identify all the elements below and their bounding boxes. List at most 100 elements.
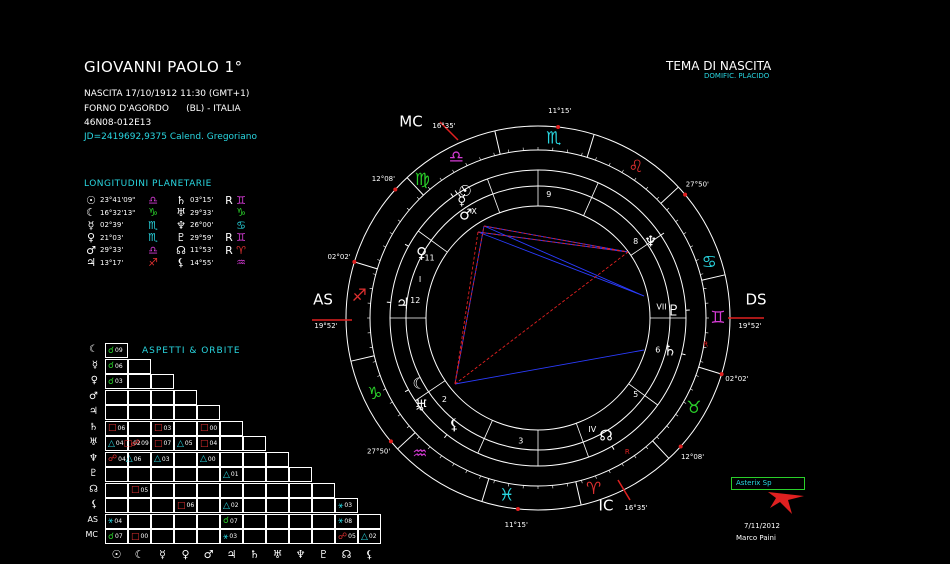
- sign-divider: [698, 366, 722, 375]
- cusp-degree: 27°50': [686, 180, 709, 188]
- planet-glyph-icon: ♇: [667, 301, 680, 319]
- natal-wheel: ♎♏♌♋♊♉♈♓♒♑♐♍I23IV56VII89X111211°15'27°50…: [312, 107, 767, 529]
- planet-tick: [660, 232, 665, 236]
- degree-tick: [656, 436, 660, 440]
- degree-tick: [389, 401, 393, 404]
- as-degree: 19°52': [314, 322, 337, 330]
- retrograde-marker: R: [703, 340, 708, 348]
- zodiac-sign-icon: ♒: [412, 444, 427, 464]
- planet-glyph-icon: ♀: [416, 244, 427, 262]
- house-number: VII: [656, 303, 666, 312]
- planet-tick: [450, 193, 454, 198]
- degree-tick: [700, 273, 704, 275]
- house-number: 12: [410, 296, 420, 305]
- cusp-degree: 02°02': [327, 253, 350, 261]
- house-number: 2: [442, 395, 447, 404]
- degree-tick: [621, 463, 624, 467]
- footer-author: Marco Paini: [736, 534, 776, 542]
- zodiac-sign-icon: ♑: [367, 384, 382, 404]
- retrograde-marker: R: [625, 448, 630, 456]
- degree-tick: [416, 196, 420, 200]
- cusp-degree: 12°08': [681, 453, 704, 461]
- cusp-degree: 02°02': [725, 375, 748, 383]
- degree-tick: [465, 162, 468, 166]
- zodiac-sign-icon: ♏: [546, 129, 561, 149]
- house-number: 5: [633, 390, 638, 399]
- degree-tick: [508, 149, 510, 153]
- degree-tick: [675, 219, 679, 222]
- sign-divider: [660, 186, 679, 204]
- aspect-line: [477, 231, 645, 297]
- mc-degree: 16°35': [432, 122, 455, 130]
- degree-tick: [675, 414, 679, 417]
- aspect-line: [483, 225, 645, 297]
- degree-tick: [690, 245, 694, 248]
- degree-tick: [645, 186, 649, 190]
- degree-tick: [645, 446, 649, 450]
- degree-tick: [382, 245, 386, 248]
- sign-divider: [575, 481, 582, 506]
- ic-label: IC: [599, 497, 614, 515]
- degree-tick: [397, 219, 401, 222]
- cusp-degree: 27°50': [367, 448, 390, 456]
- ds-label: DS: [745, 291, 766, 309]
- as-label: AS: [313, 291, 333, 309]
- degree-tick: [406, 207, 410, 211]
- wheel-ring: [389, 169, 687, 467]
- ic-degree: 16°35': [624, 504, 647, 512]
- degree-tick: [683, 232, 687, 235]
- degree-tick: [666, 207, 670, 211]
- aspect-line: [454, 349, 645, 385]
- cusp-degree: 11°15': [505, 521, 528, 529]
- zodiac-sign-icon: ♋: [702, 252, 717, 272]
- degree-tick: [634, 455, 637, 459]
- cusp-degree: 12°08': [372, 175, 395, 183]
- house-number: 9: [546, 190, 551, 199]
- degree-tick: [406, 425, 410, 429]
- zodiac-sign-icon: ♍: [415, 170, 430, 190]
- zodiac-sign-icon: ♉: [686, 398, 701, 418]
- planet-glyph-icon: ♆: [644, 232, 657, 250]
- degree-tick: [581, 480, 583, 484]
- degree-tick: [369, 288, 373, 290]
- cusp-marker-icon: [515, 506, 520, 511]
- aspect-line: [454, 251, 629, 385]
- star-logo-icon: [768, 492, 804, 514]
- degree-tick: [595, 157, 597, 161]
- planet-glyph-icon: ☾: [412, 374, 425, 392]
- degree-tick: [479, 157, 481, 161]
- degree-tick: [634, 177, 637, 181]
- house-number: 8: [633, 237, 638, 246]
- planet-tick: [611, 445, 615, 450]
- planet-tick: [444, 434, 448, 439]
- planet-glyph-icon: ♄: [663, 341, 676, 359]
- degree-tick: [372, 273, 376, 275]
- degree-tick: [377, 259, 381, 261]
- degree-tick: [416, 436, 420, 440]
- degree-tick: [621, 169, 624, 173]
- cusp-marker-icon: [719, 372, 724, 377]
- planet-glyph-icon: ☊: [599, 426, 612, 444]
- degree-tick: [427, 446, 431, 450]
- degree-tick: [382, 388, 386, 391]
- cusp-marker-icon: [352, 259, 357, 264]
- degree-tick: [690, 388, 694, 391]
- planet-tick: [681, 353, 686, 356]
- degree-tick: [479, 475, 481, 479]
- degree-tick: [452, 169, 455, 173]
- sign-divider: [701, 274, 726, 281]
- sign-divider: [481, 478, 490, 502]
- degree-tick: [493, 480, 495, 484]
- house-number: 3: [518, 436, 523, 445]
- cusp-marker-icon: [683, 192, 688, 197]
- cusp-marker-icon: [388, 439, 393, 444]
- degree-tick: [377, 375, 381, 377]
- degree-tick: [581, 152, 583, 156]
- planet-glyph-icon: ♂: [459, 205, 472, 223]
- degree-tick: [608, 470, 611, 474]
- degree-tick: [695, 259, 699, 261]
- planet-glyph-icon: ♅: [415, 396, 428, 414]
- degree-tick: [608, 162, 611, 166]
- cusp-marker-icon: [556, 125, 561, 130]
- degree-tick: [493, 152, 495, 156]
